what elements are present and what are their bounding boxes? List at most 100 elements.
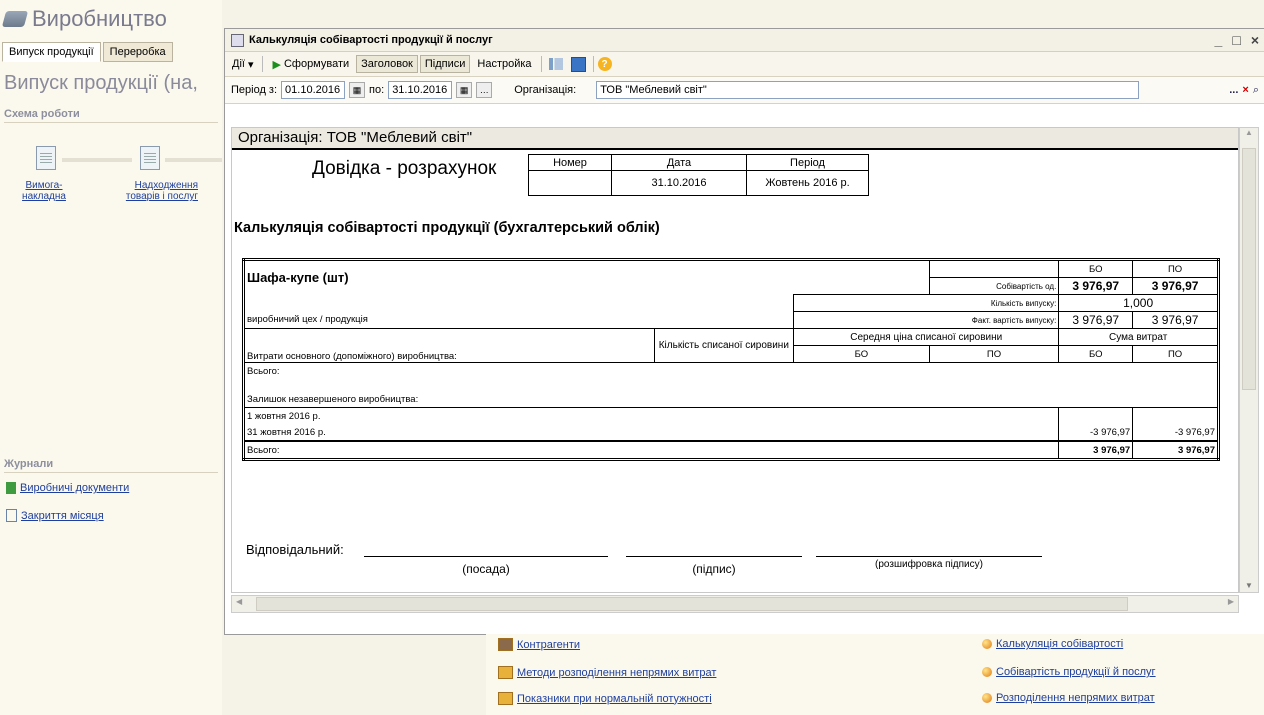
avg-price-header: Середня ціна списаної сировини [793,328,1060,346]
position-caption: (посада) [462,562,510,576]
journals-label: Журнали [4,458,54,470]
fact-cost-label: Факт. вартість випуску: [793,311,1060,329]
indicators-icon [498,692,513,705]
qty-column-header: Кількість списаної сировини [653,328,795,363]
organization-input[interactable]: ТОВ "Меблевий світ" [596,81,1140,99]
doc-header-table: Номер Дата Період 31.10.2016 Жовтень 2016 р… [528,154,869,196]
report-sheet: Організація: ТОВ "Меблевий світ" Довідка… [231,127,1239,593]
decode-caption: (розшифровка підпису) [875,559,983,570]
wip-date-2: 31 жовтня 2016 р. [242,424,1060,442]
report-window: Калькуляція собівартості продукції й пос… [224,28,1264,635]
period-select-button[interactable]: … [476,82,493,98]
workshop-label: виробничий цех / продукція [242,311,795,329]
calendar-icon-2[interactable]: ▦ [456,82,473,98]
calculation-table: Шафа-купе (шт) БО ПО Собівартість од. 3 … [242,258,1220,461]
window-icon [231,33,244,47]
app-title: Виробництво [1,6,167,32]
date-header: Дата [611,154,747,171]
calendar-icon[interactable]: ▦ [349,82,366,98]
costs-column-header: Витрати основного (допоміжного) виробниц… [243,328,655,363]
period-value: Жовтень 2016 р. [746,170,869,196]
chart-icon[interactable] [548,58,563,70]
fact-cost-bo: 3 976,97 [1058,311,1134,329]
contractors-icon [498,638,513,651]
sum-po: ПО [1132,345,1219,363]
product-name: Шафа-купе (шт) [247,270,349,285]
calc-title: Калькуляція собівартості продукції (бухг… [234,220,660,236]
org-select-button[interactable]: ... [1229,84,1238,96]
unit-cost-bo: 3 976,97 [1058,277,1134,295]
number-value [528,170,612,196]
bottom-panel: Контрагенти Методи розподілення непрямих… [486,634,1264,715]
journal-production-docs[interactable]: Виробничі документи [20,482,129,494]
close-icon[interactable]: × [1251,32,1259,48]
save-icon[interactable] [570,56,586,72]
header-button[interactable]: Заголовок [356,55,418,73]
avg-po: ПО [928,345,1060,363]
link-methods[interactable]: Методи розподілення непрямих витрат [517,667,716,679]
link-contractors[interactable]: Контрагенти [517,639,580,651]
window-title: Калькуляція собівартості продукції й пос… [249,34,493,46]
organization-label: Організація: [514,84,577,96]
date-value: 31.10.2016 [611,170,747,196]
period-header: Період [746,154,869,171]
receipt-link[interactable]: Надходження товарів і послуг [110,180,198,202]
methods-icon [498,666,513,679]
link-indirect[interactable]: Розподілення непрямих витрат [996,692,1155,704]
report-org-line: Організація: ТОВ "Меблевий світ" [232,128,1238,150]
help-icon[interactable]: ? [597,57,612,71]
vertical-scrollbar[interactable]: ▲ ▼ [1239,127,1259,593]
wip-date-1: 1 жовтня 2016 р. [242,407,1060,424]
total-row-2: Всього: [242,440,1060,460]
link-product-cost[interactable]: Собівартість продукції й послуг [996,666,1156,678]
avg-bo: БО [793,345,930,363]
tab-release[interactable]: Випуск продукції [2,42,101,62]
chevron-down-icon: ▾ [247,58,254,71]
report-icon-2 [982,667,992,677]
signature-caption: (підпис) [692,562,736,576]
actions-menu[interactable]: Дії ▾ [227,55,258,74]
minimize-icon[interactable]: _ [1215,32,1223,48]
wip-label: Залишок незавершеного виробництва: [243,391,1219,408]
generate-button[interactable]: ▶ Сформувати [267,55,354,74]
sum-header: Сума витрат [1058,328,1219,346]
fact-cost-po: 3 976,97 [1132,311,1219,329]
number-header: Номер [528,154,612,171]
window-titlebar: Калькуляція собівартості продукції й пос… [225,29,1264,52]
link-indicators[interactable]: Показники при нормальній потужності [517,693,712,705]
po-header: ПО [1132,259,1219,278]
requisition-link[interactable]: Вимога-накладна [22,180,66,202]
total-bo: 3 976,97 [1058,440,1134,460]
qty-label: Кількість випуску: [793,294,1060,312]
left-panel: Виробництво Випуск продукції Переробка В… [0,0,222,715]
journal-doc-icon [6,509,17,522]
wip-po: -3 976,97 [1132,424,1219,442]
horizontal-scrollbar[interactable]: ◀ ▶ [231,595,1239,613]
signatures-button[interactable]: Підписи [419,55,471,73]
maximize-icon[interactable]: □ [1232,32,1240,48]
date-from-input[interactable]: 01.10.2016 [281,81,346,99]
report-icon-3 [982,693,992,703]
period-from-label: Період з: [231,84,278,96]
wip-bo: -3 976,97 [1058,424,1134,442]
clear-icon[interactable]: × [1242,84,1248,96]
date-to-input[interactable]: 31.10.2016 [388,81,453,99]
settings-button[interactable]: Настройка [472,55,536,73]
unit-cost-label: Собівартість од. [928,277,1060,295]
journal-month-close[interactable]: Закриття місяця [21,510,104,522]
production-icon [1,11,29,27]
responsible-label: Відповідальний: [246,542,344,557]
receipt-icon[interactable] [140,146,160,173]
doc-title: Довідка - розрахунок [312,158,497,179]
report-icon [982,639,992,649]
bo-header: БО [1058,259,1134,278]
search-icon[interactable]: ⌕ [1253,84,1259,97]
total-row-1: Всього: [243,362,1219,379]
scheme-label: Схема роботи [4,108,80,120]
unit-cost-po: 3 976,97 [1132,277,1219,295]
section-title: Випуск продукції (на, [4,72,198,94]
tab-processing[interactable]: Переробка [102,42,173,62]
sum-bo: БО [1058,345,1134,363]
link-costing[interactable]: Калькуляція собівартості [996,638,1123,650]
requisition-icon[interactable] [36,146,56,173]
